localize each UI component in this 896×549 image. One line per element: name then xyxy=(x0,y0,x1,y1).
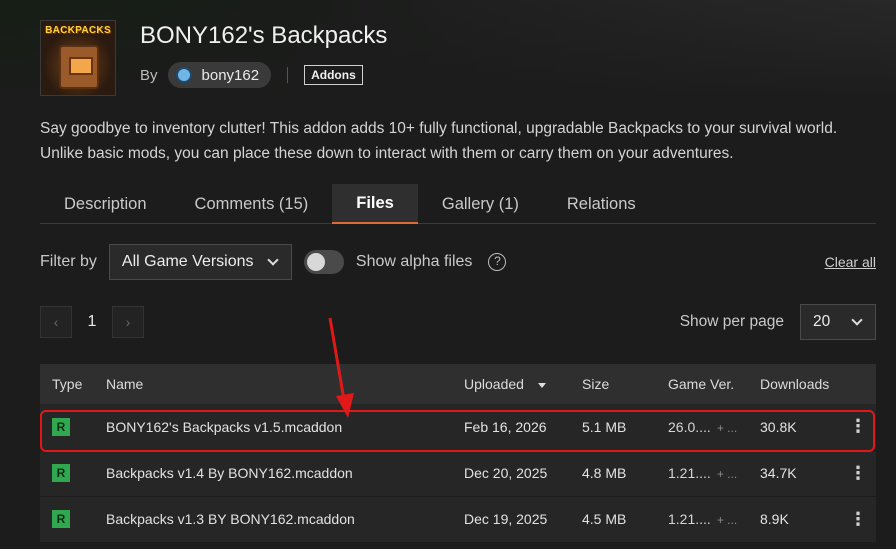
filter-by-label: Filter by xyxy=(40,253,97,270)
col-uploaded[interactable]: Uploaded xyxy=(464,364,582,404)
col-uploaded-label: Uploaded xyxy=(464,376,524,392)
category-badge[interactable]: Addons xyxy=(304,65,363,85)
game-version: 1.21.... xyxy=(668,511,711,527)
game-version: 1.21.... xyxy=(668,465,711,481)
type-cell: R xyxy=(40,404,106,450)
project-header: BACKPACKS BONY162's Backpacks By bony162… xyxy=(40,20,387,96)
type-cell: R xyxy=(40,450,106,496)
download-count: 8.9K xyxy=(760,511,789,527)
tab-relations[interactable]: Relations xyxy=(543,184,660,224)
prev-page-button[interactable]: ‹ xyxy=(40,306,72,338)
file-name[interactable]: Backpacks v1.4 By BONY162.mcaddon xyxy=(106,450,464,496)
byline-divider xyxy=(287,67,289,83)
game-version-value: All Game Versions xyxy=(121,253,254,270)
byline: By bony162 Addons xyxy=(140,62,387,88)
clear-all-link[interactable]: Clear all xyxy=(825,254,876,270)
logo-text: BACKPACKS xyxy=(45,25,111,36)
description-line-1: Say goodbye to inventory clutter! This a… xyxy=(40,120,838,137)
next-page-button[interactable]: › xyxy=(112,306,144,338)
per-page-label: Show per page xyxy=(679,313,784,330)
col-type: Type xyxy=(52,376,83,392)
files-table: Type Name Uploaded Size Game Ver. Downlo… xyxy=(40,364,876,543)
more-options-icon[interactable]: ⋮ xyxy=(840,404,876,450)
table-row[interactable]: R Backpacks v1.4 By BONY162.mcaddon Dec … xyxy=(40,450,876,496)
tab-comments[interactable]: Comments (15) xyxy=(171,184,333,224)
project-title: BONY162's Backpacks xyxy=(140,22,388,49)
pagination: ‹ 1 › xyxy=(40,306,144,338)
table-header-row: Type Name Uploaded Size Game Ver. Downlo… xyxy=(40,364,876,404)
game-version-cell: 1.21.... + ... xyxy=(668,450,760,496)
description-line-2: Unlike basic mods, you can place these d… xyxy=(40,145,734,162)
tab-bar: Description Comments (15) Files Gallery … xyxy=(40,184,876,224)
col-actions xyxy=(840,364,876,404)
upload-date: Feb 16, 2026 xyxy=(464,418,547,435)
col-game-ver: Game Ver. xyxy=(668,376,735,392)
release-badge: R xyxy=(52,464,70,482)
file-size: 5.1 MB xyxy=(582,418,627,435)
col-name[interactable]: Name xyxy=(106,364,464,404)
project-description: Say goodbye to inventory clutter! This a… xyxy=(40,116,885,166)
more-options-icon[interactable]: ⋮ xyxy=(840,496,876,542)
author-name: bony162 xyxy=(201,66,260,84)
tab-gallery[interactable]: Gallery (1) xyxy=(418,184,543,224)
table-row[interactable]: R Backpacks v1.3 BY BONY162.mcaddon Dec … xyxy=(40,496,876,542)
help-icon[interactable]: ? xyxy=(488,253,507,271)
tab-description[interactable]: Description xyxy=(40,184,171,224)
game-version: 26.0.... xyxy=(668,418,711,435)
game-version-select[interactable]: All Game Versions xyxy=(108,244,292,280)
col-downloads[interactable]: Downloads xyxy=(760,364,840,404)
table-row[interactable]: R BONY162's Backpacks v1.5.mcaddon Feb 1… xyxy=(40,404,876,450)
game-version-cell: 1.21.... + ... xyxy=(668,496,760,542)
col-size[interactable]: Size xyxy=(582,364,668,404)
per-page-select[interactable]: 20 xyxy=(800,304,876,340)
current-page[interactable]: 1 xyxy=(72,313,112,331)
per-page-control: Show per page 20 xyxy=(680,304,876,340)
download-count: 34.7K xyxy=(760,465,797,481)
author-avatar-icon xyxy=(175,67,192,83)
by-label: By xyxy=(140,66,158,84)
tab-files[interactable]: Files xyxy=(332,184,418,224)
more-versions[interactable]: + ... xyxy=(717,421,737,435)
file-name[interactable]: Backpacks v1.3 BY BONY162.mcaddon xyxy=(106,496,464,542)
per-page-value: 20 xyxy=(813,313,831,330)
file-name[interactable]: BONY162's Backpacks v1.5.mcaddon xyxy=(106,404,464,450)
more-versions[interactable]: + ... xyxy=(717,513,737,527)
chevron-down-icon xyxy=(267,254,279,266)
more-versions[interactable]: + ... xyxy=(717,467,737,481)
upload-date: Dec 19, 2025 xyxy=(464,511,548,527)
author-link[interactable]: bony162 xyxy=(167,62,272,88)
file-size: 4.5 MB xyxy=(582,511,627,527)
game-version-cell: 26.0.... + ... xyxy=(668,404,760,450)
more-options-icon[interactable]: ⋮ xyxy=(840,450,876,496)
filter-row: Filter by All Game Versions Show alpha f… xyxy=(40,244,876,280)
file-size: 4.8 MB xyxy=(582,465,627,481)
project-logo: BACKPACKS xyxy=(40,20,116,96)
sort-desc-icon xyxy=(537,382,546,388)
type-cell: R xyxy=(40,496,106,542)
backpack-icon xyxy=(59,45,99,89)
chevron-down-icon xyxy=(851,314,863,326)
upload-date: Dec 20, 2025 xyxy=(464,465,548,481)
release-badge: R xyxy=(52,510,70,528)
alpha-files-label: Show alpha files xyxy=(355,253,473,270)
release-badge: R xyxy=(52,417,70,436)
title-box: BONY162's Backpacks By bony162 Addons xyxy=(140,20,387,96)
download-count: 30.8K xyxy=(760,418,797,435)
alpha-files-toggle[interactable] xyxy=(303,250,344,274)
